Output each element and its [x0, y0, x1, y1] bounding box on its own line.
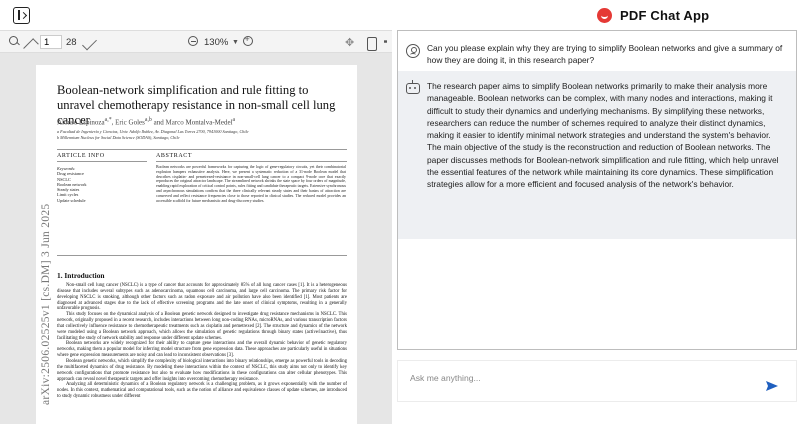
brand: PDF Chat App	[597, 6, 709, 24]
arxiv-stamp: arXiv:2506.02525v1 [cs.DM] 3 Jun 2025	[40, 203, 52, 405]
move-icon[interactable]: ✥	[345, 35, 354, 49]
keywords: Keywords: Drug resistance NSCLC Boolean …	[57, 166, 87, 203]
divider	[57, 149, 347, 150]
zoom-in-icon[interactable]	[242, 34, 254, 49]
more-vertical-icon[interactable]	[384, 35, 387, 49]
app-title: PDF Chat App	[620, 7, 710, 23]
paper-affiliations: a Facultad de Ingeniería y Ciencias, Uni…	[57, 129, 249, 140]
send-icon[interactable]	[766, 381, 778, 391]
paper-authors: Alonso Espinozaa,*, Eric Golesa,b and Ma…	[57, 117, 236, 127]
divider	[57, 255, 347, 256]
chat-panel: Can you please explain why they are tryi…	[397, 30, 797, 350]
chat-input[interactable]	[410, 370, 750, 386]
chevron-up-icon[interactable]	[23, 38, 39, 54]
bot-avatar-icon	[406, 80, 420, 94]
article-info-heading: ARTICLE INFO	[57, 153, 105, 159]
zoom-out-icon[interactable]	[187, 35, 199, 49]
chevron-down-icon[interactable]	[82, 35, 97, 51]
pdf-toolbar: 28 130% ▼ ✥	[0, 31, 392, 54]
chat-input-box	[397, 360, 797, 402]
page-number-input[interactable]	[40, 35, 62, 49]
app-header: PDF Chat App	[0, 0, 800, 30]
total-pages: 28	[66, 36, 77, 48]
brand-logo-icon	[597, 7, 612, 23]
abstract-heading: ABSTRACT	[156, 153, 193, 159]
search-icon[interactable]	[8, 35, 20, 49]
body-text: Non-small cell lung cancer (NSCLC) is a …	[57, 283, 347, 400]
abstract-text: Boolean networks are powerful frameworks…	[156, 165, 346, 203]
section-heading: 1. Introduction	[57, 271, 105, 280]
zoom-level[interactable]: 130%	[204, 35, 228, 49]
print-icon[interactable]	[367, 37, 377, 51]
pdf-page: Boolean-network simplification and rule …	[36, 65, 357, 425]
user-message: Can you please explain why they are tryi…	[398, 35, 796, 71]
user-message-text: Can you please explain why they are tryi…	[427, 43, 783, 66]
pdf-viewer: 28 130% ▼ ✥ Boolean-network simplificati…	[0, 30, 392, 425]
divider	[57, 161, 147, 162]
sidebar-toggle-icon[interactable]	[13, 7, 30, 24]
zoom-dropdown-icon[interactable]: ▼	[232, 35, 239, 49]
divider	[156, 161, 347, 162]
assistant-message-text: The research paper aims to simplify Bool…	[427, 81, 779, 190]
user-avatar-icon	[406, 44, 420, 58]
assistant-message: The research paper aims to simplify Bool…	[398, 71, 796, 239]
